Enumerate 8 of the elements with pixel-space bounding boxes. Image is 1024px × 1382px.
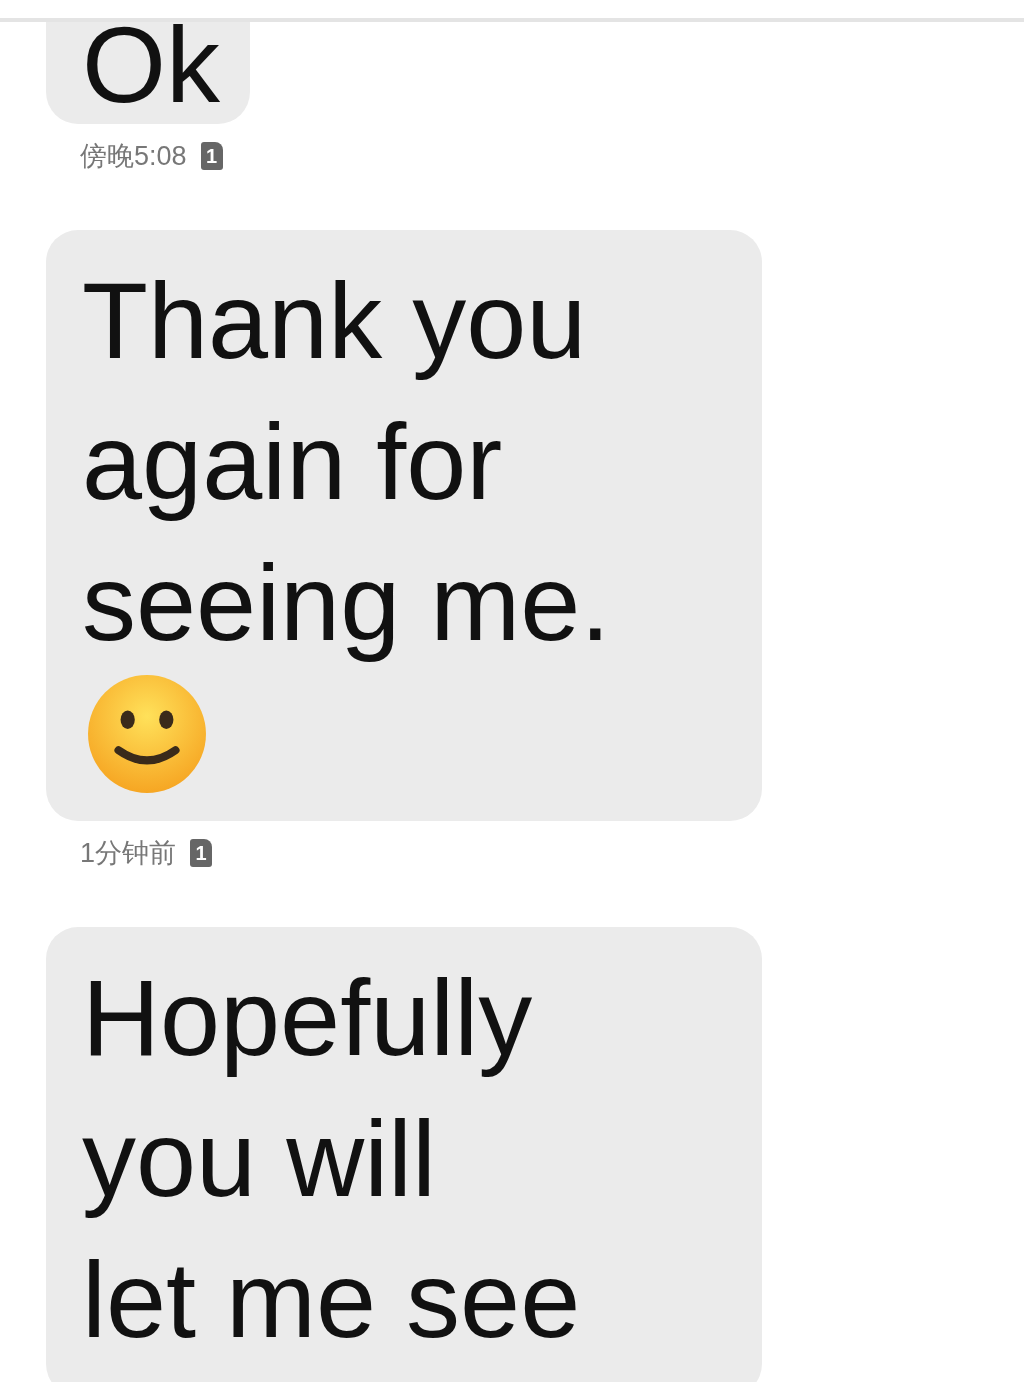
message-text: Ok <box>82 22 220 108</box>
message-time: 傍晚5:08 <box>80 140 187 173</box>
sim-card-icon: 1 <box>200 142 223 170</box>
smile-emoji-icon <box>86 673 208 795</box>
message-text: Thank you again for seeing me. <box>82 259 612 665</box>
message-text: Hopefully you will let me see <box>82 956 582 1362</box>
sim-card-icon: 1 <box>190 839 213 867</box>
message-time: 1分钟前 <box>80 837 177 870</box>
